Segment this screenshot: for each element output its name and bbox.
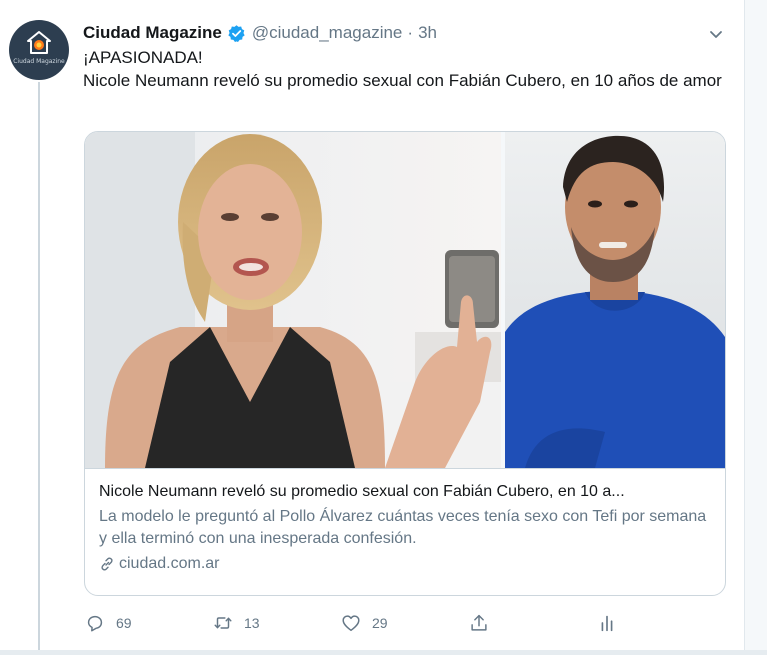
page-right-gutter <box>744 0 767 655</box>
page-bottom-divider <box>0 650 767 655</box>
like-count: 29 <box>372 615 388 631</box>
chevron-down-icon[interactable] <box>706 24 726 44</box>
author-handle[interactable]: @ciudad_magazine <box>252 23 403 43</box>
retweet-button[interactable]: 13 <box>212 610 260 636</box>
link-card[interactable]: Nicole Neumann reveló su promedio sexual… <box>84 131 726 596</box>
analytics-button[interactable] <box>596 610 628 636</box>
reply-button[interactable]: 69 <box>84 610 132 636</box>
card-domain-text: ciudad.com.ar <box>119 555 220 572</box>
avatar[interactable]: Ciudad Magazine <box>9 20 69 80</box>
author-name[interactable]: Ciudad Magazine <box>83 23 222 43</box>
reply-icon <box>87 615 103 632</box>
card-image[interactable] <box>85 132 725 468</box>
link-icon <box>101 557 113 571</box>
card-domain: ciudad.com.ar <box>99 553 711 575</box>
share-button[interactable] <box>468 610 500 636</box>
tweet-text-body: Nicole Neumann reveló su promedio sexual… <box>83 71 722 90</box>
tweet-text-headline: ¡APASIONADA! <box>83 48 203 67</box>
card-description: La modelo le preguntó al Pollo Álvarez c… <box>99 508 707 547</box>
like-button[interactable]: 29 <box>340 610 388 636</box>
retweet-count: 13 <box>244 615 260 631</box>
tweet-timestamp[interactable]: 3h <box>418 23 437 43</box>
verified-badge-icon <box>228 24 245 42</box>
avatar-logo-text: Ciudad Magazine <box>13 58 65 65</box>
like-icon <box>342 615 360 632</box>
retweet-icon <box>214 617 232 629</box>
share-icon <box>471 614 487 631</box>
analytics-icon <box>601 615 613 632</box>
tweet-actions: 69 13 29 <box>84 610 644 636</box>
reply-count: 69 <box>116 615 132 631</box>
tweet-header: Ciudad Magazine @ciudad_magazine · 3h <box>83 22 437 44</box>
house-logo-icon <box>27 31 51 54</box>
thread-line <box>38 82 40 650</box>
card-title: Nicole Neumann reveló su promedio sexual… <box>99 483 625 500</box>
card-body[interactable]: Nicole Neumann reveló su promedio sexual… <box>85 468 725 595</box>
separator-dot: · <box>407 23 414 42</box>
tweet-text: ¡APASIONADA! Nicole Neumann reveló su pr… <box>83 46 733 92</box>
